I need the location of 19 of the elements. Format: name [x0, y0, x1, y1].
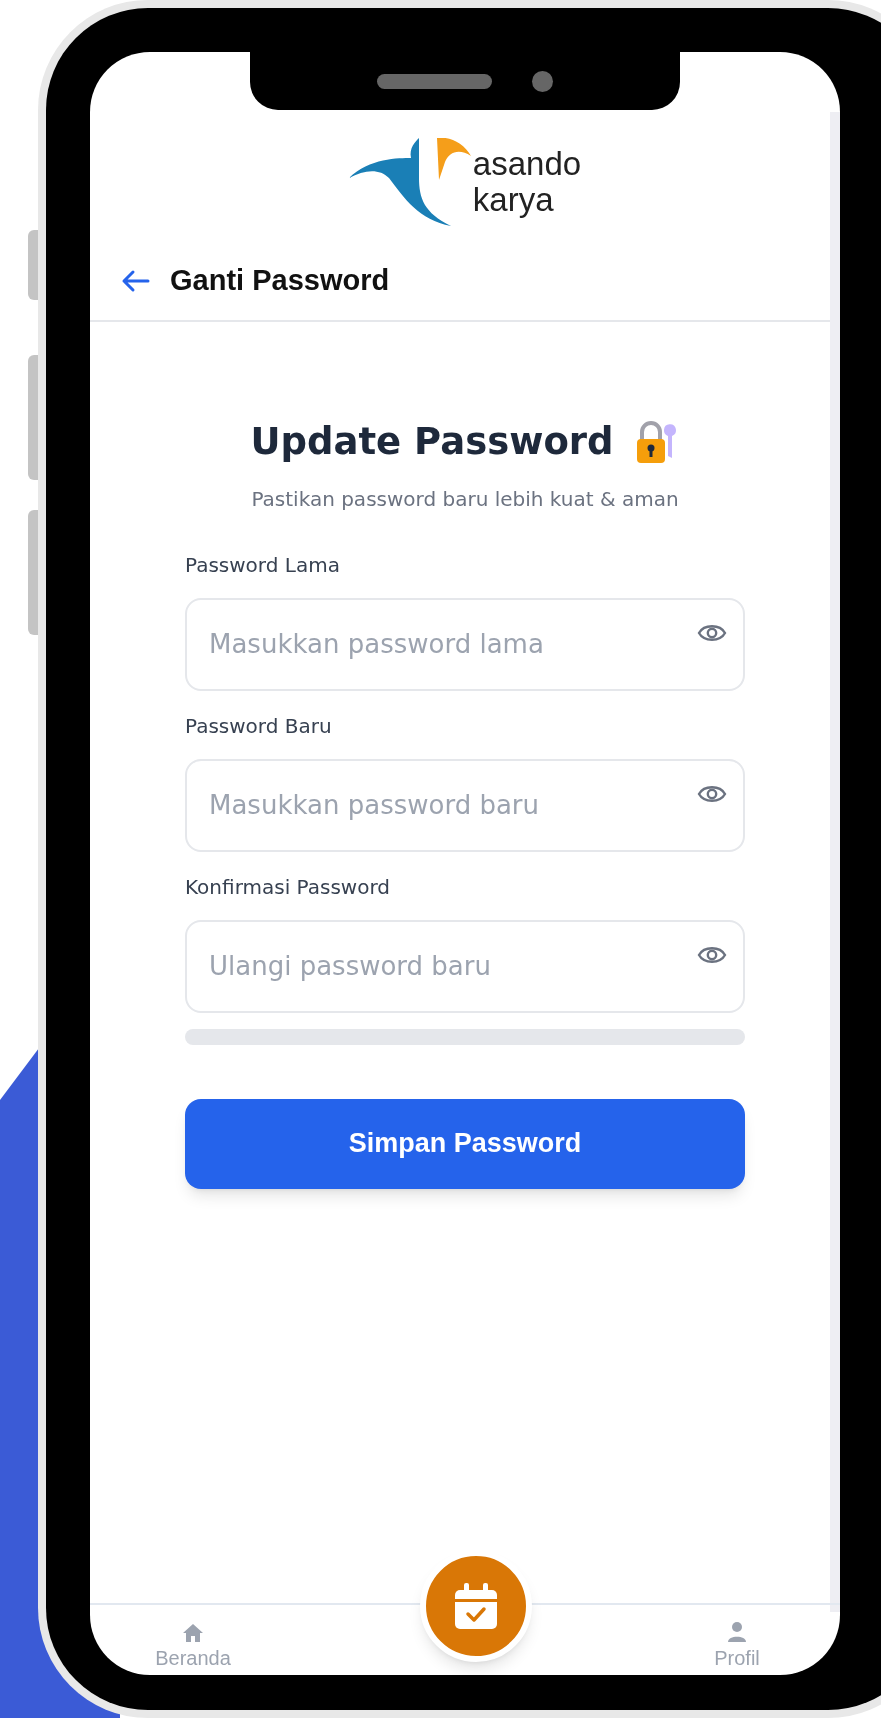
page-title: Ganti Password [170, 263, 390, 299]
field-label: Konfirmasi Password [185, 873, 391, 901]
form-subtitle: Pastikan password baru lebih kuat & aman [250, 485, 680, 513]
person-icon [727, 1621, 747, 1643]
nav-item[interactable]: Beranda [148, 1623, 238, 1673]
bird-logo-icon [348, 138, 471, 226]
password-field[interactable]: Masukkan password baru [185, 758, 745, 852]
nav-item[interactable]: Profil [692, 1621, 782, 1673]
logo-text: karya [472, 182, 555, 218]
back-arrow-icon[interactable] [120, 269, 150, 293]
password-field[interactable]: Ulangi password baru [185, 919, 745, 1013]
field-label: Password Baru [185, 712, 333, 740]
home-icon [182, 1623, 204, 1643]
logo-text: asando [472, 146, 582, 182]
password-field[interactable]: Masukkan password lama [185, 597, 745, 691]
field-label: Password Lama [185, 551, 341, 579]
form-title: Update Password [250, 419, 614, 465]
calendar-check-icon [455, 1583, 497, 1629]
save-password-button[interactable]: Simpan Password [185, 1098, 745, 1189]
